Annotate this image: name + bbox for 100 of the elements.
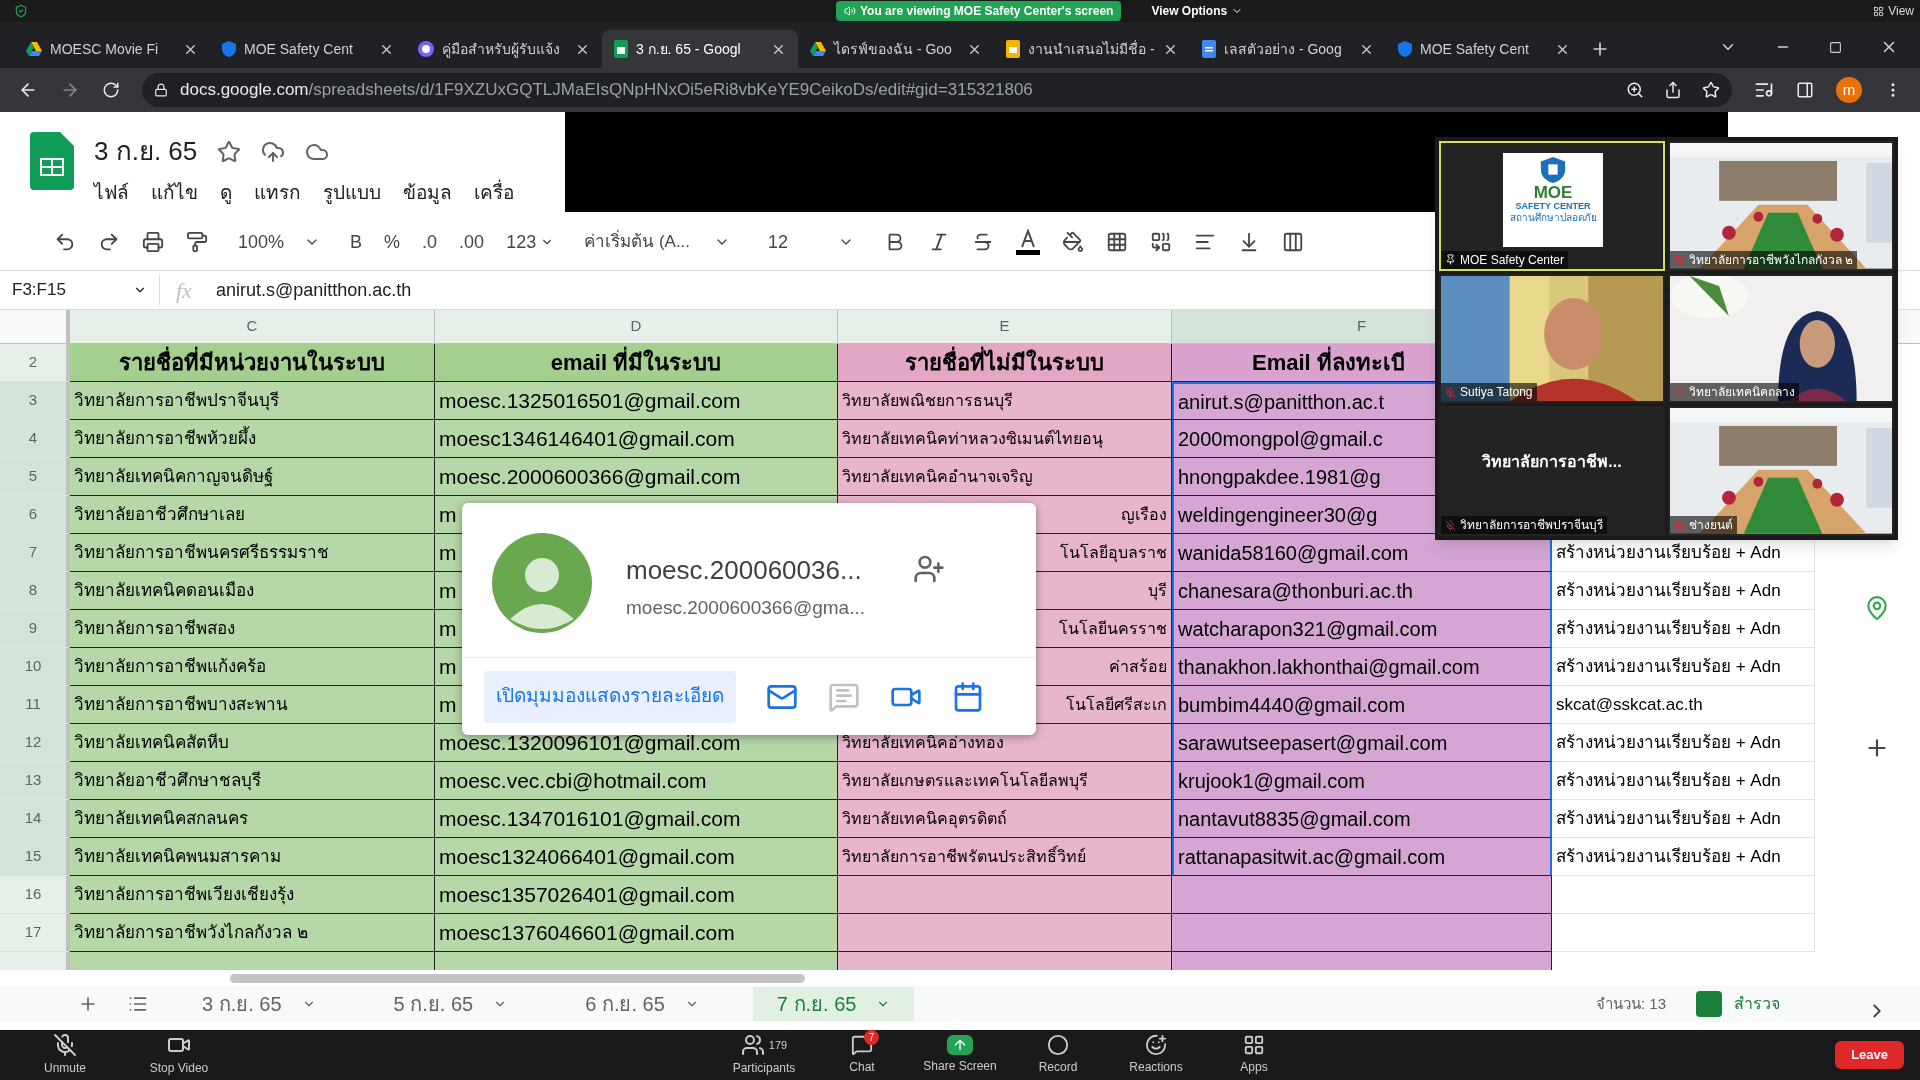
text-color-icon[interactable]	[1016, 229, 1041, 255]
row-number[interactable]: 8	[0, 572, 70, 610]
sheet-tab[interactable]: 7 ก.ย. 65	[752, 987, 915, 1021]
row-number[interactable]: 6	[0, 496, 70, 534]
menu-item[interactable]: แก้ไข	[151, 179, 198, 208]
restore-icon[interactable]	[1829, 40, 1842, 54]
column-header[interactable]: E	[838, 310, 1172, 343]
row-number[interactable]: 10	[0, 648, 70, 686]
video-tile[interactable]: MOE SAFETY CENTER สถานศึกษาปลอดภัย MOE Safety Center	[1439, 141, 1665, 271]
share-icon[interactable]	[1664, 81, 1682, 99]
increase-decimal-button[interactable]: .00	[459, 228, 485, 256]
column-header[interactable]: D	[435, 310, 838, 343]
open-details-button[interactable]: เปิดมุมมองแสดงรายละเอียด	[484, 670, 736, 723]
video-tile[interactable]: Sutiya Tatong	[1439, 273, 1665, 404]
horizontal-scrollbar[interactable]	[230, 973, 805, 983]
browser-tab[interactable]: งานนำเสนอไม่มีชื่อ -	[994, 30, 1190, 68]
lock-icon[interactable]	[154, 83, 168, 97]
star-icon[interactable]	[217, 139, 242, 164]
map-pin-icon[interactable]	[1864, 595, 1890, 621]
media-icon[interactable]	[1754, 80, 1774, 100]
view-options-button[interactable]: View Options	[1151, 2, 1244, 20]
browser-tab[interactable]: เลสตัวอย่าง - Goog	[1190, 30, 1386, 68]
shield-icon	[14, 4, 28, 18]
tab-title: 3 ก.ย. 65 - Googl	[636, 39, 741, 59]
participant-count: 179	[768, 1037, 788, 1053]
row-number[interactable]: 12	[0, 724, 70, 762]
menu-item[interactable]: ดู	[220, 179, 232, 208]
menu-item[interactable]: ไฟล์	[94, 179, 129, 208]
column-header[interactable]: F	[1172, 310, 1435, 343]
row-number[interactable]: 16	[0, 876, 70, 914]
percent-format-button[interactable]: %	[384, 228, 401, 256]
video-tile[interactable]: วิทยาลัยการอาชีพ... วิทยาลัยการอาชีพปราจีนบุรี	[1439, 406, 1665, 536]
video-tile[interactable]: วิทยาลัยเทคนิคถลาง	[1668, 273, 1894, 404]
reload-icon[interactable]	[102, 81, 120, 99]
row-number[interactable]: 5	[0, 458, 70, 496]
explore-icon	[1696, 991, 1722, 1017]
sheet-tab[interactable]: 3 ก.ย. 65	[178, 987, 340, 1021]
move-icon[interactable]	[261, 139, 286, 164]
bookmark-star-icon[interactable]	[1702, 81, 1720, 99]
print-icon[interactable]	[142, 231, 164, 253]
font-size-dropdown[interactable]: 12	[760, 228, 863, 256]
leave-button[interactable]: Leave	[1835, 1041, 1904, 1069]
row-number[interactable]: 17	[0, 914, 70, 952]
sheet-tab[interactable]: 6 ก.ย. 65	[561, 987, 723, 1021]
browser-tab[interactable]: MOE Safety Cent	[1386, 30, 1582, 68]
row-number[interactable]: 9	[0, 610, 70, 648]
meeting-control[interactable]: Record	[1018, 1034, 1098, 1076]
video-tile[interactable]: วิทยาลัยการอาชีพวังไกลกังวล ๒	[1668, 141, 1894, 271]
zoom-dropdown[interactable]: 100%	[230, 228, 329, 256]
add-contact-icon[interactable]	[913, 553, 945, 585]
meeting-control[interactable]: Apps	[1214, 1034, 1294, 1076]
explore-button[interactable]: สำรวจ	[1696, 991, 1780, 1017]
row-number[interactable]: 3	[0, 382, 70, 420]
menu-item[interactable]: ข้อมูล	[403, 179, 452, 208]
zoom-icon[interactable]	[1626, 81, 1644, 99]
name-box[interactable]: F3:F15	[0, 275, 160, 305]
fill-color-icon[interactable]	[1062, 231, 1085, 253]
browser-tab[interactable]: 3 ก.ย. 65 - Googl	[602, 30, 798, 68]
meeting-control[interactable]: 179 Participants	[724, 1033, 804, 1077]
meeting-control[interactable]: Stop Video	[134, 1033, 224, 1077]
document-title[interactable]: 3 ก.ย. 65	[94, 132, 198, 171]
meeting-control[interactable]: Reactions	[1116, 1034, 1196, 1076]
row-number[interactable]: 15	[0, 838, 70, 876]
grid-icon	[1873, 5, 1885, 17]
mic-off-icon	[1445, 519, 1456, 531]
calendar-icon[interactable]	[952, 680, 984, 713]
meeting-control[interactable]: Share Screen	[920, 1035, 1000, 1075]
browser-tab[interactable]: MOESC Movie Fi	[14, 30, 210, 68]
borders-icon[interactable]	[1106, 231, 1129, 253]
menu-item[interactable]: รูปแบบ	[323, 179, 381, 208]
font-dropdown[interactable]: ค่าเริ่มต้น (A...	[576, 229, 739, 255]
view-button[interactable]: View	[1873, 2, 1914, 20]
side-panel-icon[interactable]	[1796, 81, 1814, 99]
browser-tab[interactable]: คู่มือสำหรับผู้รับแจ้ง	[406, 30, 602, 68]
text-wrap-icon[interactable]	[1282, 231, 1305, 253]
meeting-control[interactable]: Unmute	[20, 1033, 110, 1077]
table-cell: วิทยาลัยพณิชยการธนบุรี	[838, 382, 1172, 420]
row-number[interactable]: 4	[0, 420, 70, 458]
browser-tab[interactable]: ไดรฟ์ของฉัน - Goo	[798, 30, 994, 68]
row-number[interactable]: 13	[0, 762, 70, 800]
row-number[interactable]: 7	[0, 534, 70, 572]
row-number[interactable]: 11	[0, 686, 70, 724]
column-header[interactable]: C	[70, 310, 435, 343]
merge-cells-icon[interactable]	[1150, 231, 1173, 253]
address-field[interactable]: docs.google.com/spreadsheets/d/1F9XZUxGQTLJMaEIsQNpHNxOi5eRi8vbKeYE9CeikoDs/edit#gid=315321806	[142, 73, 1732, 107]
paint-format-icon[interactable]	[186, 231, 208, 253]
formula-field[interactable]: anirut.s@panitthon.ac.th	[215, 276, 412, 304]
menu-item[interactable]: แทรก	[254, 179, 301, 208]
number-format-dropdown[interactable]: 123	[506, 228, 555, 256]
currency-format-button[interactable]: B	[350, 228, 363, 256]
video-tile[interactable]: ช่างยนต์	[1668, 406, 1894, 536]
row-number[interactable]: 14	[0, 800, 70, 838]
decrease-decimal-button[interactable]: .0	[422, 228, 438, 256]
browser-tab[interactable]: MOE Safety Cent	[210, 30, 406, 68]
row-number[interactable]: 2	[0, 344, 70, 382]
all-sheets-icon[interactable]	[128, 994, 148, 1014]
menu-item[interactable]: เครื่อ	[474, 179, 514, 208]
undo-icon[interactable]	[54, 231, 76, 253]
sheet-tab[interactable]: 5 ก.ย. 65	[369, 987, 532, 1021]
redo-icon[interactable]	[98, 231, 120, 253]
